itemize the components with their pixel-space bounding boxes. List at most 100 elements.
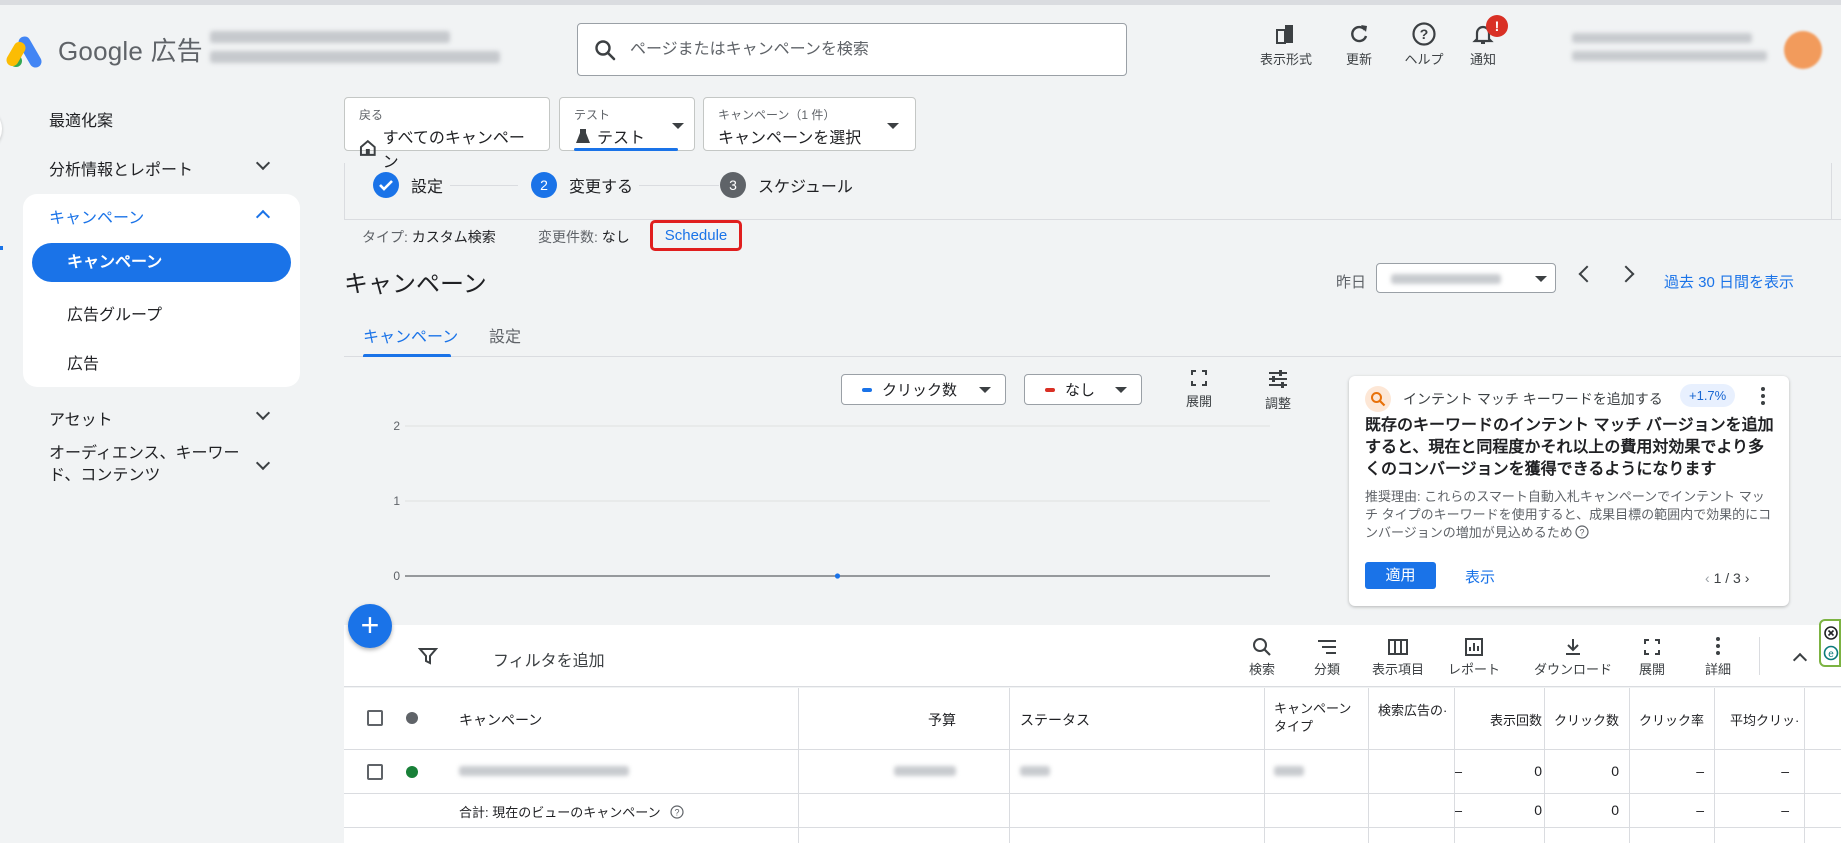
step-label: 設定 [411,179,444,196]
filter-icon[interactable] [418,646,438,666]
col-budget[interactable]: 予算 [844,710,956,730]
dropdown-arrow-icon [1115,387,1127,393]
reports-button[interactable]: レポート [1444,635,1504,678]
step-changes[interactable]: 2 変更する [531,172,633,198]
flask-icon [576,129,590,143]
next-period-icon[interactable] [1617,265,1635,283]
uplift-badge: +1.7% [1680,384,1736,407]
add-filter[interactable]: フィルタを追加 [493,647,605,671]
col-campaign[interactable]: キャンペーン [459,710,542,730]
col-avg-cpc[interactable]: 平均クリッ· [1730,710,1799,729]
add-button[interactable]: + [348,604,392,648]
appearance-button[interactable]: 表示形式 [1251,19,1321,68]
type-value: カスタム検索 [411,229,496,245]
step-settings[interactable]: 設定 [373,172,443,198]
column-divider [1544,688,1545,843]
data-point[interactable] [834,573,841,579]
col-impressions[interactable]: 表示回数 [1462,710,1542,729]
dropdown-arrow-icon [887,123,899,129]
search-box[interactable] [577,23,1127,76]
step-schedule[interactable]: 3 スケジュール [720,172,853,198]
notifications-button[interactable]: ! 通知 [1448,15,1518,68]
metric-selector-primary[interactable]: クリック数 [841,374,1006,405]
google-ads-logo[interactable]: Google 広告 [4,31,203,70]
step-connector [450,185,518,186]
budget-redacted [894,766,956,776]
columns-button[interactable]: 表示項目 [1367,635,1429,678]
sidebar-item-audiences-keywords-content[interactable]: オーディエンス、キーワー ド、コンテンツ [49,443,269,487]
cell-ctr: – [1696,763,1704,779]
sidebar-item-assets[interactable]: アセット [49,406,113,430]
dropdown-arrow-icon [672,123,684,129]
search-icon [1237,635,1287,659]
select-campaign-label: キャンペーンを選択 [718,130,862,147]
sidebar-collapse-handle[interactable] [0,107,2,151]
step-label: スケジュール [758,179,853,196]
tab-settings[interactable]: 設定 [489,323,521,347]
apply-button[interactable]: 適用 [1365,562,1436,589]
segment-button[interactable]: 分類 [1302,635,1352,678]
sidebar-item-campaigns[interactable]: キャンペーン [32,243,291,282]
previous-period-icon[interactable] [1578,265,1596,283]
col-clicks[interactable]: クリック数 [1539,710,1619,729]
step-label: 変更する [569,179,634,196]
toolbar-label: 分類 [1313,662,1340,677]
avatar[interactable] [1784,31,1822,69]
y-tick-label: 2 [393,419,400,433]
search-input[interactable] [630,40,1110,59]
select-all-checkbox[interactable] [367,710,383,726]
user-info-redacted[interactable] [1572,33,1772,67]
sidebar-item-insights-reports[interactable]: 分析情報とレポート [49,156,193,180]
schedule-link[interactable]: Schedule [650,220,742,251]
chevron-down-icon[interactable] [255,155,271,171]
chevron-left-icon[interactable]: ‹ [1705,570,1710,586]
chevron-down-icon[interactable] [255,405,271,421]
column-divider [1264,688,1265,843]
view-last-30-days-link[interactable]: 過去 30 日間を表示 [1664,271,1794,292]
col-search-impr-share[interactable]: 検索広告の· [1378,700,1447,719]
col-campaign-type[interactable]: キャンペーン タイプ [1274,700,1362,736]
chart-expand-button[interactable]: 展開 [1174,368,1224,410]
account-info-redacted[interactable] [210,31,550,69]
table-search-button[interactable]: 検索 [1237,635,1287,678]
campaign-name-redacted[interactable] [459,766,629,776]
col-status[interactable]: ステータス [1020,710,1090,730]
expand-icon [1632,635,1672,659]
collapse-chevron-icon[interactable] [1792,652,1808,668]
date-range-selector[interactable] [1376,263,1556,293]
col-label: キャンペーン [1274,701,1352,716]
recommendation-card: インテント マッチ キーワードを追加する +1.7% 既存のキーワードのインテン… [1349,376,1789,606]
metric-label: クリック数 [882,382,958,399]
row-checkbox[interactable] [367,764,383,780]
view-button[interactable]: 表示 [1465,566,1495,587]
total-avg-cpc: – [1781,802,1789,818]
tab-campaigns[interactable]: キャンペーン [363,323,458,347]
series-color-swatch [1045,387,1055,392]
total-label: 合計: 現在のビューのキャンペーン ? [459,802,684,821]
extension-widget[interactable]: e [1819,619,1841,667]
close-icon[interactable] [1823,625,1839,641]
chevron-right-icon[interactable]: › [1745,570,1750,586]
home-icon [359,139,376,156]
sidebar-item-ads[interactable]: 広告 [67,350,99,374]
sidebar-item-label: ド、コンテンツ [49,467,161,484]
cell-impressions: 0 [1534,763,1542,779]
table-expand-button[interactable]: 展開 [1632,635,1672,678]
segment-icon [1302,635,1352,659]
col-ctr[interactable]: クリック率 [1624,710,1704,729]
campaign-selector[interactable]: キャンペーン（1 件） キャンペーンを選択 [703,97,916,151]
table-row[interactable]: – 0 0 – – [344,750,1841,794]
metric-selector-secondary[interactable]: なし [1024,374,1142,405]
toolbar-divider [1759,637,1760,675]
back-to-all-campaigns[interactable]: 戻る すべてのキャンペーン [344,97,550,171]
test-selector[interactable]: テスト テスト [559,97,695,151]
sidebar-item-campaigns-section[interactable]: キャンペーン [49,204,144,228]
more-icon [1698,635,1738,659]
sidebar-item-ad-groups[interactable]: 広告グループ [67,301,162,325]
download-button[interactable]: ダウンロード [1531,635,1615,678]
more-vert-icon[interactable] [1761,387,1765,408]
more-button[interactable]: 詳細 [1698,635,1738,678]
chart-adjust-button[interactable]: 調整 [1253,368,1303,412]
refresh-button[interactable]: 更新 [1324,19,1394,68]
sidebar-item-recommendations[interactable]: 最適化案 [49,107,113,131]
